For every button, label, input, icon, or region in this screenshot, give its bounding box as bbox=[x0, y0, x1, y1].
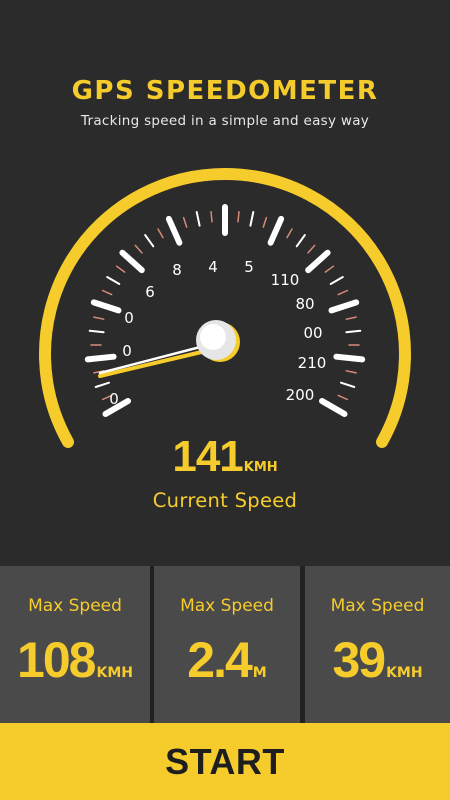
gauge-tick bbox=[165, 215, 183, 246]
stat-card-distance: Max Speed 2.4 M bbox=[154, 566, 300, 723]
gauge-tick bbox=[305, 249, 331, 274]
gauge-tick bbox=[340, 381, 356, 388]
stat-value-group: 2.4 M bbox=[154, 631, 300, 689]
gauge-tick bbox=[106, 276, 121, 285]
gauge-tick bbox=[345, 370, 357, 374]
gauge-tick bbox=[337, 394, 349, 401]
gauge-needle bbox=[98, 343, 210, 375]
gauge-label: 0 bbox=[124, 309, 134, 327]
stat-unit: KMH bbox=[96, 665, 133, 681]
stat-value: 2.4 bbox=[187, 632, 253, 688]
gauge-label: 0 bbox=[109, 390, 119, 408]
stat-unit: KMH bbox=[386, 665, 423, 681]
gauge-tick bbox=[295, 234, 306, 248]
stat-label: Max Speed bbox=[330, 596, 425, 616]
gauge-tick bbox=[195, 211, 201, 227]
app-subtitle: Tracking speed in a simple and easy way bbox=[80, 113, 370, 129]
gauge-tick bbox=[88, 329, 105, 334]
gauge-tick bbox=[94, 381, 110, 388]
gauge-tick bbox=[249, 211, 255, 227]
gauge-tick bbox=[84, 353, 117, 363]
stat-card-max-speed: Max Speed 108 KMH bbox=[0, 566, 150, 723]
gauge-tick bbox=[286, 228, 293, 239]
gauge-label: 6 bbox=[145, 283, 155, 301]
gauge-tick bbox=[144, 234, 155, 248]
gauge-tick bbox=[182, 216, 188, 228]
current-speed-unit: KMH bbox=[243, 460, 278, 475]
gauge-tick bbox=[267, 215, 285, 246]
gauge-label: 200 bbox=[286, 386, 315, 404]
current-speed-readout: 141KMH bbox=[0, 432, 450, 482]
stat-value-group: 108 KMH bbox=[0, 631, 150, 689]
gauge-label: 00 bbox=[303, 324, 322, 342]
gauge-label: 5 bbox=[244, 258, 254, 276]
gauge-tick bbox=[237, 210, 240, 223]
gauge-tick bbox=[333, 353, 366, 363]
stat-label: Max Speed bbox=[28, 596, 122, 616]
stat-value-group: 39 KMH bbox=[305, 631, 450, 689]
gauge-tick bbox=[101, 289, 113, 296]
stat-card-average-speed: Max Speed 39 KMH bbox=[305, 566, 450, 723]
gauge-label: 210 bbox=[298, 354, 327, 372]
gauge-label: 4 bbox=[208, 258, 218, 276]
gauge-tick bbox=[345, 316, 357, 320]
gauge-tick bbox=[319, 398, 348, 417]
gauge-tick bbox=[90, 299, 122, 314]
needle-shadow bbox=[98, 348, 212, 378]
stat-unit: M bbox=[252, 665, 267, 681]
gauge-tick bbox=[329, 276, 344, 285]
gauge-tick bbox=[157, 228, 164, 239]
gauge-tick bbox=[324, 265, 335, 273]
app-title: GPS SPEEDOMETER bbox=[71, 76, 379, 106]
gauge-tick bbox=[134, 244, 143, 254]
current-speed-label: Current Speed bbox=[152, 489, 298, 512]
needle-hub-highlight bbox=[200, 324, 226, 350]
gauge-label: 0 bbox=[122, 342, 132, 360]
gauge-tick bbox=[119, 249, 145, 274]
gauge-tick bbox=[328, 299, 360, 314]
stat-label: Max Speed bbox=[180, 596, 274, 616]
stat-value: 39 bbox=[332, 632, 386, 688]
gauge-label: 8 bbox=[172, 261, 182, 279]
gauge-tick bbox=[93, 316, 105, 320]
gauge-tick bbox=[210, 210, 213, 223]
gauge-label: 110 bbox=[271, 271, 300, 289]
gauge-tick bbox=[262, 216, 268, 228]
gauge-tick bbox=[345, 329, 362, 334]
stats-panel: Max Speed 108 KMH Max Speed 2.4 M Max Spee… bbox=[0, 566, 450, 723]
speedometer-gauge: 0 0 0 6 8 4 5 110 80 00 210 200 bbox=[39, 167, 411, 448]
gauge-label: 80 bbox=[295, 295, 314, 313]
stat-value: 108 bbox=[17, 632, 96, 688]
start-button[interactable]: START bbox=[0, 723, 450, 800]
gauge-tick bbox=[115, 265, 126, 273]
gauge-tick bbox=[307, 244, 316, 254]
current-speed-value: 141 bbox=[172, 432, 243, 481]
gauge-tick bbox=[337, 289, 349, 296]
